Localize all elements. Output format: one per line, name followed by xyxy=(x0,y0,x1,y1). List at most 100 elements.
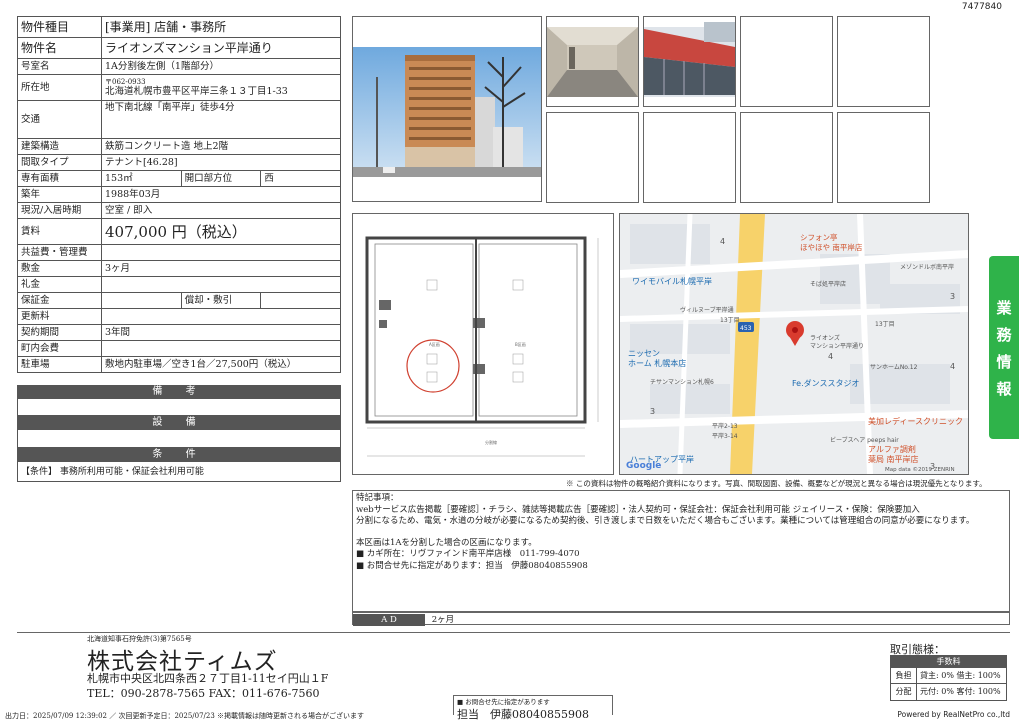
powered-by: Powered by RealNetPro co.,ltd xyxy=(897,710,1010,719)
map-label-clinic: 美加レディースクリニック xyxy=(868,416,963,426)
map-label-stop-1: 平岸2-13 xyxy=(712,423,738,430)
notes-line2: 分割になるため、電気・水道の分岐が必要になるため契約後、引き渡しまで日数をいただ… xyxy=(356,516,975,526)
contact-box: ■ お問合せ先に指定があります 担当 伊藤08040855908 xyxy=(453,695,613,721)
map-label-13chome-b: 13丁目 xyxy=(875,321,895,328)
parking-value: 敷地内駐車場／空き1台／27,500円（税込） xyxy=(101,356,341,373)
addr-value: 北海道札幌市豊平区平岸三条１３丁目1-33 xyxy=(105,86,288,97)
map-block-4c: 4 xyxy=(828,352,833,361)
rent-label: 賃料 xyxy=(17,218,102,245)
postal-code: 〒062-0933 xyxy=(105,77,146,86)
floorplan-label-split: 分割線 xyxy=(485,439,497,445)
map-label-soba: そば処平岸店 xyxy=(810,280,846,288)
company-address: 札幌市中央区北四条西２７丁目1-11セイ円山１F xyxy=(87,672,329,685)
map-block-3b: 3 xyxy=(650,407,655,416)
burden-value: 貸主: 0% 借主: 100% xyxy=(920,671,1001,680)
key-money-value xyxy=(101,276,341,293)
page-id: 7477840 xyxy=(961,2,1002,12)
conditions-header: 条 件 xyxy=(17,448,341,462)
map-label-13chome-a: 13丁目 xyxy=(720,317,740,324)
notes-title: 特記事項： xyxy=(356,493,399,503)
rent-value: 407,000 円（税込） xyxy=(101,218,341,245)
disclaimer: ※ この資料は物件の概略紹介資料になります。写真、間取図面、設備、概要などが現況… xyxy=(566,479,987,488)
layout-label: 間取タイプ xyxy=(17,154,102,171)
ad-label: A D xyxy=(353,614,425,626)
notes-line4: ■ カギ所在：リヴファインド南平岸店様 011-799-4070 xyxy=(356,549,580,559)
area-label: 専有面積 xyxy=(17,170,102,187)
room-label: 号室名 xyxy=(17,58,102,75)
transport-value: 地下南北線「南平岸」徒歩4分 xyxy=(101,100,341,139)
burden-label: 負担 xyxy=(891,668,917,683)
map-label-pharmacy: 薬局 南平岸店 xyxy=(868,454,919,464)
photo-slot xyxy=(740,16,833,107)
map-label-sunhome: サンホームNo.12 xyxy=(870,364,918,371)
contract-label: 契約期間 xyxy=(17,324,102,341)
map-label-home: ホーム 札幌本店 xyxy=(628,358,686,368)
guarantee-value xyxy=(101,292,182,309)
tab-char: 報 xyxy=(996,379,1012,398)
area-value: 153㎡ xyxy=(101,170,182,187)
remarks-header: 備 考 xyxy=(17,385,341,399)
location-map: シフォン亭 ほやほや 南平岸店 メゾンドルボ南平岸 そば処平岸店 ヴィルヌーブ平… xyxy=(619,213,969,475)
storefront-photo xyxy=(643,16,736,107)
conditions-body: 【条件】 事務所利用可能・保証会社利用可能 xyxy=(17,462,341,482)
orient-label: 開口部方位 xyxy=(180,170,262,187)
map-label-chiffon: シフォン亭 xyxy=(800,232,838,242)
amort-label: 償却・敷引 xyxy=(180,292,262,309)
town-fee-value xyxy=(101,340,341,357)
map-copyright: Map data ©2019 ZENRIN xyxy=(885,466,955,473)
map-block-3c: 3 xyxy=(930,462,935,471)
floorplan-label-b: B区画 xyxy=(515,342,526,347)
renew-value xyxy=(101,308,341,325)
map-label-lions-1: ライオンズ xyxy=(810,334,840,342)
type-value: [事業用] 店舗・事務所 xyxy=(101,16,341,38)
interior-photo-1 xyxy=(546,16,639,107)
company-tel: TEL：090-2878-7565 FAX：011-676-7560 xyxy=(87,687,320,700)
parking-label: 駐車場 xyxy=(17,356,102,373)
tab-char: 業 xyxy=(996,298,1012,317)
name-value: ライオンズマンション平岸通り xyxy=(101,37,341,59)
structure-label: 建築構造 xyxy=(17,138,102,155)
map-label-ymobile: ワイモバイル札幌平岸 xyxy=(632,276,712,286)
photo-slot xyxy=(643,112,736,203)
deposit-label: 敷金 xyxy=(17,260,102,277)
map-label-maison: メゾンドルボ南平岸 xyxy=(900,263,954,271)
photo-slot xyxy=(837,112,930,203)
guarantee-label: 保証金 xyxy=(17,292,102,309)
map-label-peeps: ビーブスヘア peeps hair xyxy=(830,436,899,444)
footer: 北海道知事石狩免許(3)第7565号 株式会社ティムズ 札幌市中央区北四条西２７… xyxy=(17,632,1010,721)
map-label-alpha: アルファ調剤 xyxy=(868,444,916,454)
photo-slot xyxy=(740,112,833,203)
notes-line3: 本区画は1Aを分割した場合の区画になります。 xyxy=(356,537,537,548)
map-block-3a: 3 xyxy=(950,292,955,301)
layout-value: テナント[46.28] xyxy=(101,154,341,171)
notes-line5: ■ お問合せ先に指定があります：担当 伊藤08040855908 xyxy=(356,560,588,571)
deposit-value: 3ヶ月 xyxy=(101,260,341,277)
map-label-nissen: ニッセン xyxy=(628,349,660,358)
renew-label: 更新料 xyxy=(17,308,102,325)
fee-header: 手数料 xyxy=(891,656,1006,668)
floor-plan: A区画 B区画 分割線 xyxy=(352,213,614,475)
built-label: 築年 xyxy=(17,186,102,203)
structure-value: 鉄筋コンクリート造 地上2階 xyxy=(101,138,341,155)
room-value: 1A分割後左側（1階部分） xyxy=(101,58,341,75)
contract-value: 3年間 xyxy=(101,324,341,341)
building-photo xyxy=(352,16,542,202)
map-label-chisan: チサンマンション札幌6 xyxy=(650,378,714,386)
special-notes: 特記事項： webサービス広告掲載［要確認］・チラシ、雑誌等掲載広告［要確認］・… xyxy=(352,490,1010,612)
business-info-tab[interactable]: 業 務 情 報 xyxy=(989,256,1019,439)
map-label-villeneuve: ヴィルヌーブ平岸通 xyxy=(680,306,734,314)
transport-label: 交通 xyxy=(17,100,102,139)
addr-label: 所在地 xyxy=(17,74,102,101)
status-label: 現況/入居時期 xyxy=(17,202,102,219)
amort-value xyxy=(260,292,341,309)
map-block-4a: 4 xyxy=(720,237,725,246)
map-block-4b: 4 xyxy=(950,362,955,371)
ad-row: A D 2ヶ月 xyxy=(352,612,1010,626)
google-logo: Google xyxy=(626,461,661,471)
common-label: 共益費・管理費 xyxy=(17,244,102,261)
split-value: 元付: 0% 客付: 100% xyxy=(920,687,1001,696)
built-value: 1988年03月 xyxy=(101,186,341,203)
map-label-stop-2: 平岸3-14 xyxy=(712,433,738,440)
common-value xyxy=(101,244,341,261)
orient-value: 西 xyxy=(260,170,341,187)
